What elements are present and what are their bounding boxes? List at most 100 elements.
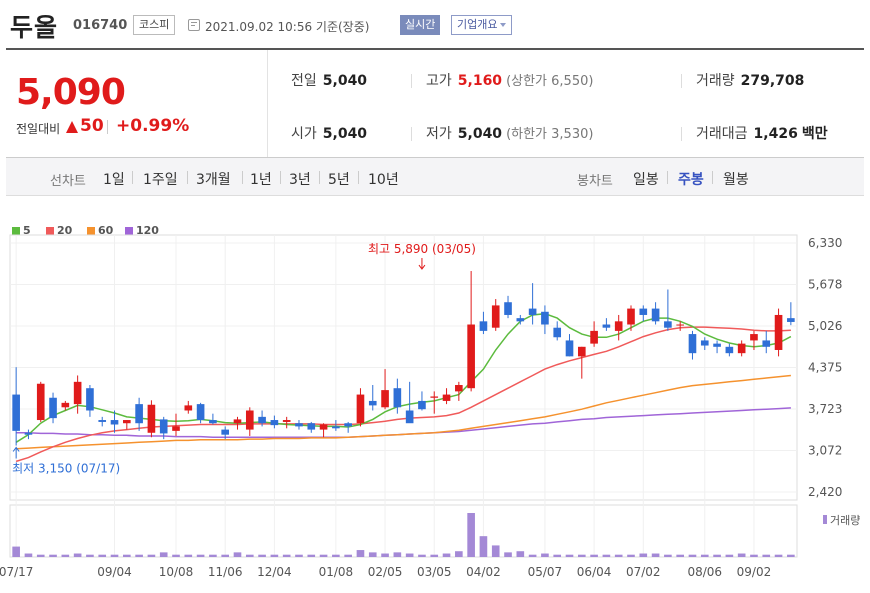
candle-body xyxy=(750,334,758,341)
tab-1d[interactable]: 1일 xyxy=(103,169,125,189)
volume-bar xyxy=(762,554,771,557)
candle-body xyxy=(12,394,20,431)
volume-bar xyxy=(245,554,254,557)
candle-body xyxy=(110,420,119,425)
volume-bar xyxy=(36,554,45,557)
volume-bar xyxy=(12,546,20,557)
y-tick-label: 2,420 xyxy=(808,485,842,499)
volume-bar xyxy=(442,553,451,557)
volume-bar xyxy=(98,554,107,557)
tab-10y[interactable]: 10년 xyxy=(368,169,399,189)
quote-summary: 5,090 전일대비 50 +0.99% 전일 5,040 고가 5,160 (상한가… xyxy=(6,48,864,158)
volume-bar xyxy=(725,554,734,557)
candle-body xyxy=(196,404,205,421)
divider xyxy=(667,171,668,184)
candle-body xyxy=(762,340,771,347)
high-value: 5,160 xyxy=(457,73,503,89)
divider xyxy=(358,171,359,184)
candle-body xyxy=(184,405,193,411)
candle-body xyxy=(24,432,33,435)
candle-body xyxy=(774,314,783,350)
candle-body xyxy=(98,420,107,422)
divider xyxy=(132,171,133,184)
volume-bar xyxy=(332,554,340,557)
candle-body xyxy=(307,423,316,430)
volume-legend-swatch xyxy=(823,515,827,524)
candle-body xyxy=(737,343,746,354)
price-panel: 5,090 전일대비 50 +0.99% xyxy=(6,50,268,157)
volume-bar xyxy=(418,554,426,557)
tab-weekly[interactable]: 주봉 xyxy=(678,169,704,189)
tab-5y[interactable]: 5년 xyxy=(328,169,350,189)
candle-body xyxy=(381,390,389,408)
volume-bar xyxy=(159,552,168,557)
calendar-icon xyxy=(188,19,200,31)
candle-body xyxy=(86,388,94,411)
divider xyxy=(712,171,713,184)
open: 시가 5,040 xyxy=(291,123,367,143)
candle-body xyxy=(135,404,143,424)
upper-limit: (상한가 6,550) xyxy=(506,74,594,89)
candle-body xyxy=(49,397,57,419)
max-price-annotation: 최고 5,890 (03/05) xyxy=(368,242,476,256)
ma5-line xyxy=(15,312,792,443)
volume-bar xyxy=(61,554,70,557)
tab-daily[interactable]: 일봉 xyxy=(633,169,659,189)
line-chart-label: 선차트 xyxy=(50,174,86,189)
tab-monthly[interactable]: 월봉 xyxy=(723,169,749,189)
candle-body xyxy=(61,402,70,408)
candle-body xyxy=(664,321,672,328)
candle-body xyxy=(442,394,451,401)
candle-body xyxy=(577,346,586,357)
volume-bar xyxy=(479,536,488,557)
change-percent: +0.99% xyxy=(116,116,190,136)
company-overview-dropdown[interactable]: 기업개요 xyxy=(451,15,513,35)
volume-bar xyxy=(393,552,402,557)
candle-body xyxy=(688,334,697,354)
chevron-down-icon xyxy=(500,23,507,27)
volume-bar xyxy=(172,554,180,557)
tab-3y[interactable]: 3년 xyxy=(289,169,311,189)
candle-body xyxy=(455,385,463,392)
y-tick-label: 3,723 xyxy=(808,402,842,416)
realtime-button[interactable]: 실시간 xyxy=(400,15,441,35)
y-tick-label: 5,026 xyxy=(808,319,842,333)
y-tick-label: 3,072 xyxy=(808,443,842,457)
volume-bar xyxy=(110,554,119,557)
stock-chart[interactable]: 6,330 5,678 5,026 4,375 3,723 3,072 2,420 07/17… xyxy=(0,200,870,593)
candle-body xyxy=(295,423,303,427)
volume-value: 279,708 xyxy=(740,73,805,89)
tab-1w[interactable]: 1주일 xyxy=(143,169,178,189)
x-tick-label: 09/04 xyxy=(97,565,132,579)
candle-body xyxy=(590,330,598,344)
x-tick-label: 08/06 xyxy=(687,565,722,579)
candle-body xyxy=(221,429,230,435)
volume-bar xyxy=(627,554,635,557)
prev-close-label: 전일 xyxy=(291,73,317,89)
volume-bar xyxy=(282,554,291,557)
current-price: 5,090 xyxy=(16,72,126,113)
candle-body xyxy=(639,308,648,315)
y-tick-label: 6,330 xyxy=(808,236,842,250)
divider xyxy=(280,171,281,184)
volume-bar xyxy=(86,554,94,557)
divider xyxy=(681,127,682,141)
volume-bar xyxy=(774,554,783,557)
volume-bar xyxy=(123,554,131,557)
candle-body xyxy=(700,340,709,346)
tab-1y[interactable]: 1년 xyxy=(250,169,272,189)
candle-body xyxy=(332,426,340,429)
candle-body xyxy=(541,311,549,325)
y-tick-label: 5,678 xyxy=(808,278,842,292)
candle-body xyxy=(209,420,217,424)
volume-plot-frame xyxy=(9,504,798,558)
prev-close-value: 5,040 xyxy=(322,73,368,89)
candle-body xyxy=(172,426,180,431)
amount-label: 거래대금 xyxy=(696,126,748,142)
x-tick-label: 06/04 xyxy=(577,565,612,579)
candle-body xyxy=(36,383,45,421)
low-value: 5,040 xyxy=(457,126,503,142)
divider xyxy=(411,74,412,88)
tab-3m[interactable]: 3개월 xyxy=(196,169,231,189)
candle-body xyxy=(159,419,168,434)
